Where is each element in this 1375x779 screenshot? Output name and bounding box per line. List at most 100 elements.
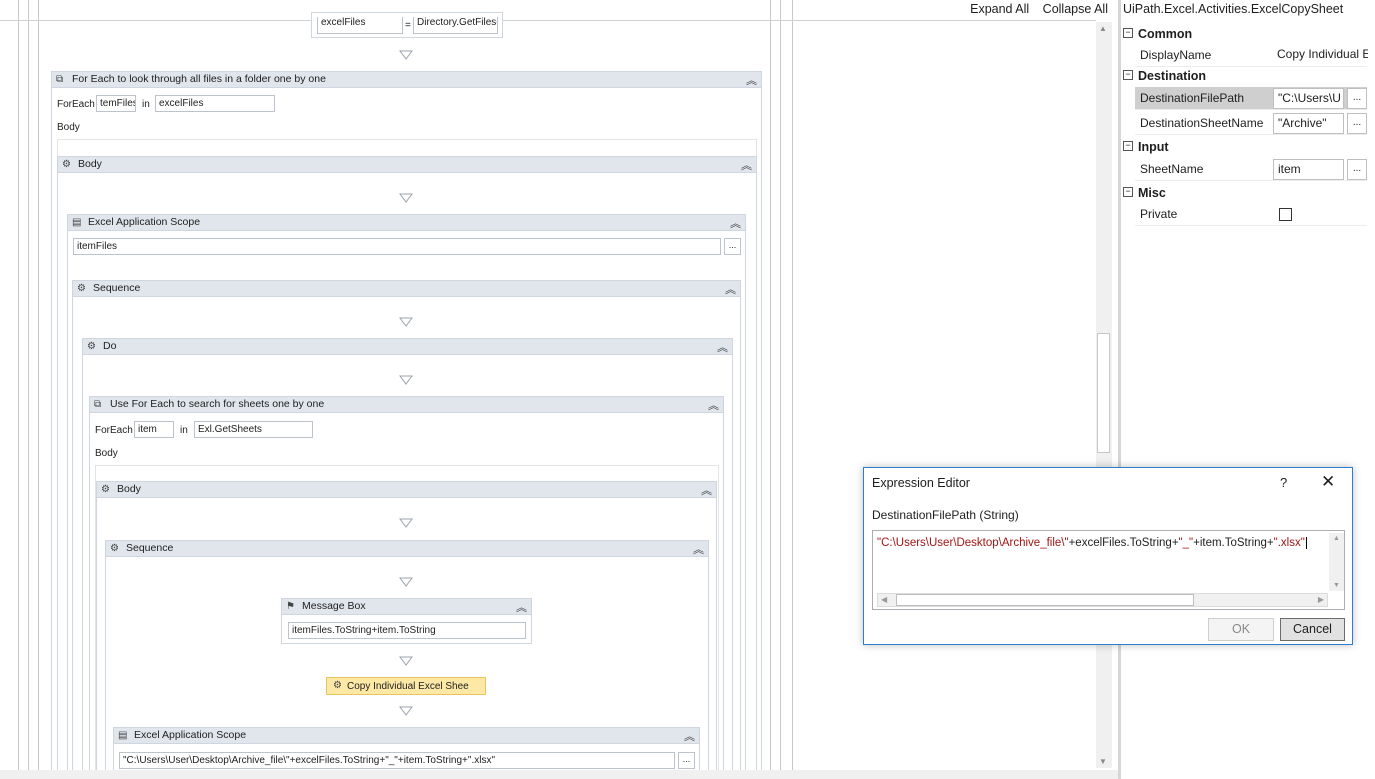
sequence-icon: ⚙ — [101, 484, 110, 495]
excel-application-scope-activity[interactable]: ▤ Excel Application Scope ︽ "C:\Users\Us… — [113, 727, 700, 770]
collapse-icon[interactable]: ︽ — [730, 215, 741, 231]
property-name: DisplayName — [1140, 48, 1212, 62]
scroll-down-icon[interactable]: ▼ — [1333, 582, 1340, 589]
collapse-icon[interactable]: ︽ — [746, 72, 757, 88]
collapse-icon[interactable]: ︽ — [708, 397, 719, 413]
canvas-guide-line — [18, 0, 19, 770]
activity-header: ⧉ For Each to look through all files in … — [52, 72, 761, 88]
designer-toolbar: Expand All Collapse All — [960, 2, 1108, 16]
canvas-guide-line — [28, 0, 29, 770]
property-name: Private — [1140, 207, 1178, 221]
category-misc[interactable]: − Misc — [1121, 184, 1367, 203]
activity-title: Message Box — [302, 600, 366, 612]
category-label: Common — [1138, 27, 1193, 41]
flow-arrow-icon — [399, 317, 413, 327]
activity-title: Excel Application Scope — [134, 729, 247, 741]
workbook-path-field[interactable]: "C:\Users\User\Desktop\Archive_file\"+ex… — [119, 752, 675, 769]
display-name-value[interactable]: Copy Individual E — [1273, 45, 1368, 66]
foreach-item-field[interactable]: temFiles — [96, 95, 136, 112]
editor-vertical-scrollbar[interactable]: ▲ ▼ — [1329, 533, 1344, 591]
destination-file-path-value[interactable]: "C:\Users\U — [1273, 88, 1344, 109]
expression-string-literal: "_" — [1178, 537, 1194, 549]
collapse-all-link[interactable]: Collapse All — [1043, 2, 1108, 16]
sequence-icon: ⚙ — [77, 283, 86, 294]
editor-horizontal-scrollbar[interactable]: ◀ ▶ — [877, 593, 1328, 607]
assign-to-field[interactable]: excelFiles — [317, 17, 403, 34]
private-checkbox[interactable] — [1279, 208, 1292, 221]
scrollbar-thumb[interactable] — [1097, 333, 1110, 453]
collapse-icon[interactable]: ︽ — [701, 482, 712, 498]
property-name: DestinationFilePath — [1140, 91, 1245, 105]
category-label: Misc — [1138, 186, 1166, 200]
flow-arrow-icon — [399, 518, 413, 528]
copy-sheet-activity[interactable]: ⚙ Copy Individual Excel Shee — [326, 677, 486, 695]
expression-text[interactable]: "C:\Users\User\Desktop\Archive_file\"+ex… — [877, 537, 1307, 549]
message-text-field[interactable]: itemFiles.ToString+item.ToString — [288, 622, 526, 639]
browse-button[interactable]: ... — [678, 752, 695, 769]
sequence-icon: ⚙ — [110, 543, 119, 554]
activity-header: ▤ Excel Application Scope ︽ — [114, 728, 699, 744]
assign-value-field[interactable]: Directory.GetFiles( — [413, 17, 498, 34]
foreach-item-field[interactable]: item — [134, 421, 174, 438]
activity-title: Body — [78, 158, 102, 170]
collapse-icon[interactable]: ︽ — [717, 339, 728, 355]
collapse-minus-icon[interactable]: − — [1123, 70, 1133, 80]
flow-arrow-icon — [399, 706, 413, 716]
expression-code: +item.ToString+ — [1193, 537, 1274, 549]
message-box-icon: ⚑ — [286, 601, 295, 612]
sequence-icon: ⚙ — [87, 341, 96, 352]
property-row-sheet-name: SheetName item ... — [1135, 158, 1367, 181]
message-box-activity[interactable]: ⚑ Message Box ︽ itemFiles.ToString+item.… — [281, 598, 532, 644]
activity-header: ⚙ Body ︽ — [97, 482, 716, 498]
flow-arrow-icon — [399, 50, 413, 60]
property-row-private: Private — [1135, 203, 1367, 226]
collapse-icon[interactable]: ︽ — [516, 599, 527, 615]
scrollbar-thumb[interactable] — [896, 594, 1194, 606]
scroll-down-icon[interactable]: ▼ — [1099, 757, 1107, 766]
expression-editor-button[interactable]: ... — [1347, 113, 1367, 134]
close-icon[interactable]: ✕ — [1321, 472, 1335, 492]
activity-title: Sequence — [93, 282, 141, 294]
expression-editor-textarea[interactable]: "C:\Users\User\Desktop\Archive_file\"+ex… — [872, 530, 1345, 610]
expression-editor-button[interactable]: ... — [1347, 159, 1367, 180]
scroll-up-icon[interactable]: ▲ — [1099, 24, 1107, 33]
sheet-name-value[interactable]: item — [1273, 159, 1344, 180]
collapse-minus-icon[interactable]: − — [1123, 187, 1133, 197]
expression-editor-button[interactable]: ... — [1347, 88, 1367, 109]
workflow-designer-canvas[interactable]: Expand All Collapse All excelFiles = Dir… — [0, 0, 1118, 770]
category-label: Input — [1138, 140, 1169, 154]
collapse-icon[interactable]: ︽ — [725, 281, 736, 297]
assign-activity[interactable]: excelFiles = Directory.GetFiles( — [311, 12, 503, 38]
destination-sheet-name-value[interactable]: "Archive" — [1273, 113, 1344, 134]
help-icon[interactable]: ? — [1280, 475, 1287, 490]
collapse-icon[interactable]: ︽ — [693, 541, 704, 557]
workbook-path-field[interactable]: itemFiles — [73, 238, 721, 255]
expand-all-link[interactable]: Expand All — [970, 2, 1029, 16]
foreach-values-field[interactable]: Exl.GetSheets — [194, 421, 313, 438]
foreach-values-field[interactable]: excelFiles — [155, 95, 275, 112]
category-common[interactable]: − Common — [1121, 25, 1367, 44]
collapse-minus-icon[interactable]: − — [1123, 28, 1133, 38]
collapse-icon[interactable]: ︽ — [741, 157, 752, 173]
dialog-title: Expression Editor — [872, 476, 970, 490]
activity-title: Do — [103, 340, 117, 352]
copy-sheet-icon: ⚙ — [333, 680, 342, 691]
collapse-icon[interactable]: ︽ — [684, 728, 695, 744]
property-row-destination-sheet-name: DestinationSheetName "Archive" ... — [1135, 112, 1367, 135]
ok-button[interactable]: OK — [1208, 618, 1274, 641]
scroll-up-icon[interactable]: ▲ — [1333, 535, 1340, 542]
assign-equals-label: = — [405, 20, 411, 31]
properties-title: UiPath.Excel.Activities.ExcelCopySheet — [1123, 2, 1344, 16]
cancel-button[interactable]: Cancel — [1280, 618, 1345, 641]
activity-title: Use For Each to search for sheets one by… — [110, 398, 325, 410]
category-destination[interactable]: − Destination — [1121, 67, 1367, 86]
property-name: SheetName — [1140, 162, 1204, 176]
foreach-icon: ⧉ — [94, 399, 102, 410]
activity-title: Sequence — [126, 542, 174, 554]
collapse-minus-icon[interactable]: − — [1123, 141, 1133, 151]
scroll-left-icon[interactable]: ◀ — [881, 595, 887, 604]
category-input[interactable]: − Input — [1121, 138, 1367, 157]
browse-button[interactable]: ... — [724, 238, 741, 255]
scroll-right-icon[interactable]: ▶ — [1318, 595, 1324, 604]
activity-title: Body — [117, 483, 141, 495]
